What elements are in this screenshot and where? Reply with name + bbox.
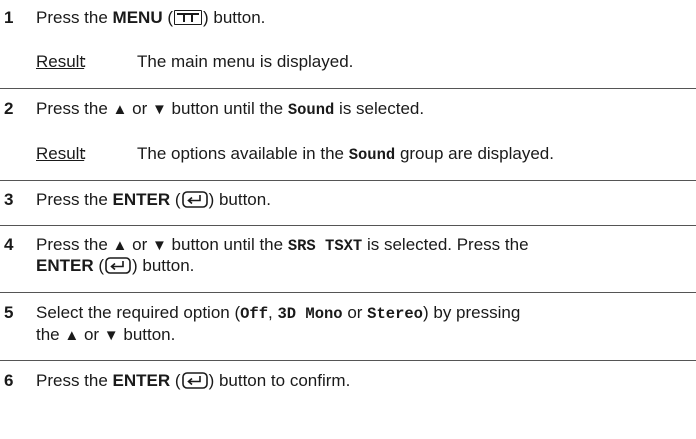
enter-button-icon [181,191,208,208]
enter-button-name: ENTER [112,371,171,390]
down-arrow-icon: ▼ [151,101,167,118]
option-stereo: Stereo [367,305,423,323]
divider [0,225,696,226]
result-text: The main menu is displayed. [137,52,354,71]
step-instruction: Press the ENTER () button. [36,190,271,209]
step-instruction-continued: ENTER () button. [36,256,195,275]
menu-item-name: Sound [287,101,335,119]
step-number: 5 [4,303,14,322]
step-number: 6 [4,371,14,390]
step-instruction-continued: the ▲ or ▼ button. [36,325,176,344]
step-number: 3 [4,190,14,209]
divider [0,180,696,181]
enter-button-name: ENTER [112,190,171,209]
step-instruction: Press the MENU () button. [36,8,266,27]
divider [0,88,696,89]
divider [0,360,696,361]
step-number: 1 [4,8,14,27]
step-instruction: Press the ▲ or ▼ button until the Sound … [36,99,425,119]
menu-item-name: SRS TSXT [287,237,363,255]
step-number: 4 [4,235,14,254]
enter-button-icon [181,372,208,389]
down-arrow-icon: ▼ [151,237,167,254]
menu-button-name: MENU [112,8,163,27]
down-arrow-icon: ▼ [103,327,119,344]
up-arrow-icon: ▲ [64,327,80,344]
up-arrow-icon: ▲ [112,101,128,118]
step-instruction: Press the ▲ or ▼ button until the SRS TS… [36,235,529,255]
option-off: Off [240,305,269,323]
step-instruction: Select the required option (Off, 3D Mono… [36,303,521,323]
divider [0,292,696,293]
enter-button-icon [105,257,131,274]
enter-button-name: ENTER [36,256,94,275]
result-label: Result [36,52,85,71]
step-number: 2 [4,99,14,118]
step-instruction: Press the ENTER () button to confirm. [36,371,351,390]
menu-button-icon [174,10,202,25]
up-arrow-icon: ▲ [112,237,128,254]
result-text: The options available in the Sound group… [137,144,554,164]
option-3d-mono: 3D Mono [277,305,343,323]
result-label: Result [36,144,85,163]
